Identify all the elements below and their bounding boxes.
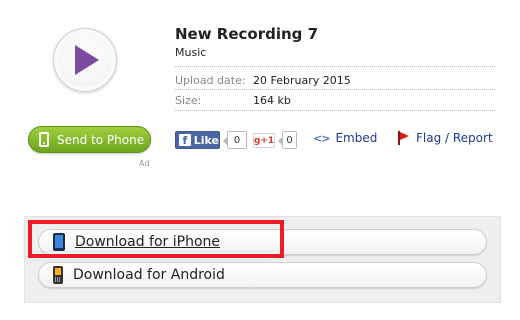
upload-date-label: Upload date: — [175, 74, 246, 87]
play-icon — [75, 45, 99, 75]
divider — [175, 89, 495, 90]
size-label: Size: — [175, 94, 202, 107]
embed-link[interactable]: <> Embed — [313, 131, 377, 145]
facebook-like-label: Like — [193, 133, 219, 147]
recording-category: Music — [175, 46, 207, 59]
highlight-box — [28, 220, 284, 258]
send-to-phone-button[interactable]: Send to Phone — [28, 126, 151, 153]
play-button[interactable] — [53, 28, 117, 92]
ad-label: Ad — [139, 159, 150, 168]
upload-date-value: 20 February 2015 — [253, 74, 351, 87]
upload-date-row: Upload date: 20 February 2015 — [175, 74, 351, 87]
embed-label: Embed — [335, 131, 378, 145]
download-android-button[interactable]: Download for Android — [38, 262, 487, 288]
flag-icon — [396, 131, 410, 145]
embed-icon: <> — [313, 131, 330, 145]
facebook-like-count: 0 — [223, 131, 247, 149]
flag-report-link[interactable]: Flag / Report — [396, 131, 493, 145]
download-android-label: Download for Android — [73, 267, 225, 283]
facebook-icon: f — [179, 134, 191, 147]
divider — [175, 110, 495, 111]
google-plus-count: 0 — [278, 131, 297, 149]
size-value: 164 kb — [253, 94, 291, 107]
google-plus-button[interactable]: g+1 — [253, 133, 275, 148]
size-row: Size: 164 kb — [175, 94, 291, 107]
recording-title: New Recording 7 — [175, 25, 319, 43]
divider — [175, 66, 495, 67]
send-to-phone-label: Send to Phone — [57, 132, 145, 147]
android-phone-icon — [53, 266, 63, 284]
facebook-like-button[interactable]: f Like — [175, 131, 220, 149]
phone-icon — [39, 132, 49, 147]
flag-report-label: Flag / Report — [416, 131, 493, 145]
